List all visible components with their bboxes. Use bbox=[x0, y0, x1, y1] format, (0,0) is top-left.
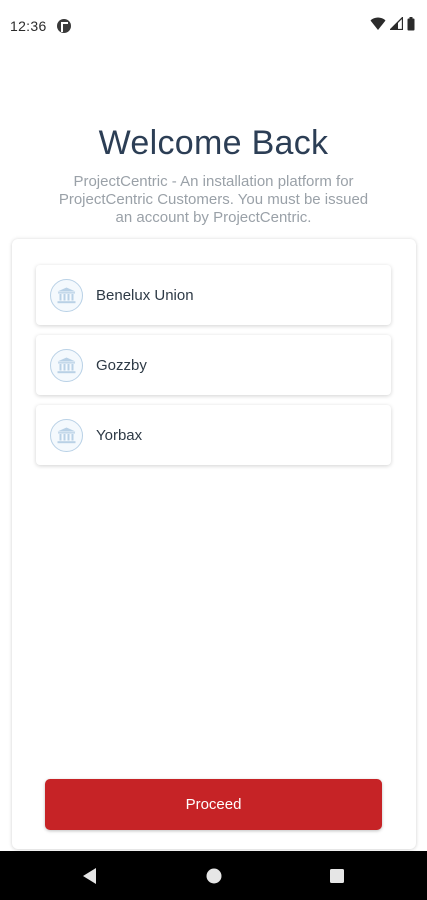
status-bar: 12:36 bbox=[0, 0, 427, 52]
bank-icon bbox=[50, 418, 83, 452]
organization-item-benelux-union[interactable]: Benelux Union bbox=[36, 265, 391, 325]
organization-list: Benelux Union Gozzby Yorbax bbox=[36, 265, 391, 475]
organization-label: Gozzby bbox=[96, 356, 147, 374]
navigation-bar bbox=[0, 851, 427, 900]
proceed-button[interactable]: Proceed bbox=[45, 779, 382, 830]
back-icon[interactable] bbox=[81, 867, 99, 885]
bank-icon bbox=[50, 348, 83, 382]
cellular-signal-icon bbox=[388, 15, 404, 35]
home-icon[interactable] bbox=[205, 867, 223, 885]
status-left: 12:36 bbox=[10, 18, 71, 34]
app-notification-icon bbox=[56, 19, 71, 33]
organization-label: Benelux Union bbox=[96, 286, 194, 304]
page-title: Welcome Back bbox=[98, 124, 329, 162]
status-right bbox=[370, 15, 415, 36]
organization-item-gozzby[interactable]: Gozzby bbox=[36, 335, 391, 395]
status-time: 12:36 bbox=[10, 18, 47, 34]
organization-label: Yorbax bbox=[96, 426, 143, 444]
wifi-icon bbox=[370, 17, 386, 36]
battery-icon bbox=[407, 16, 415, 36]
header: Welcome Back ProjectCentric - An install… bbox=[0, 124, 427, 227]
page-subtitle: ProjectCentric - An installation platfor… bbox=[58, 173, 369, 226]
bank-icon bbox=[50, 278, 83, 312]
screen: 12:36 Welcome Back ProjectCentric - An i… bbox=[0, 0, 427, 900]
recents-icon[interactable] bbox=[328, 867, 346, 885]
organization-card: Benelux Union Gozzby Yorbax Proceed bbox=[12, 239, 416, 849]
organization-item-yorbax[interactable]: Yorbax bbox=[36, 405, 391, 465]
